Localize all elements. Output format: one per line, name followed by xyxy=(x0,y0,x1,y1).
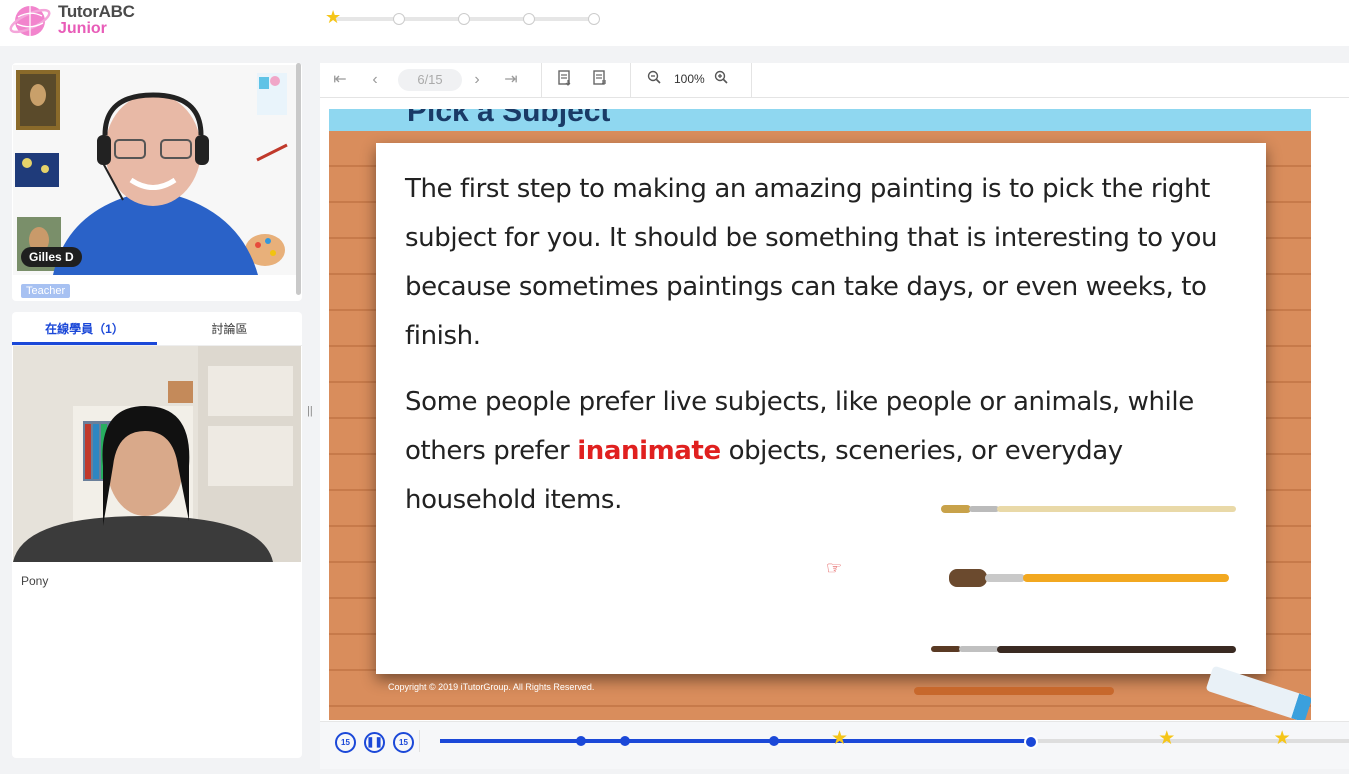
student-name: Pony xyxy=(21,574,49,588)
laser-pointer-icon: ☞ xyxy=(826,558,843,578)
panel-resize-handle[interactable]: || xyxy=(307,405,313,417)
teacher-video-frame xyxy=(13,65,297,275)
paintbrush-icon xyxy=(949,567,1229,589)
students-card: 在線學員（1） 討論區 Pony xyxy=(12,312,302,758)
paintbrush-icon xyxy=(914,687,1114,695)
student-video xyxy=(13,346,301,562)
playback-bar: 15 ❚❚ 15 ★ ★ ★ xyxy=(320,721,1349,769)
viewer-toolbar: ⇤ ‹ 6/15 › ⇥ 100% xyxy=(320,63,1349,98)
progress-step xyxy=(458,13,470,25)
slide-title-band: Pick a Subject xyxy=(329,109,1311,131)
star-icon: ★ xyxy=(1273,728,1291,749)
app-header: TutorABC Junior ★ xyxy=(0,0,1349,46)
progress-step xyxy=(523,13,535,25)
teacher-card: Gilles D Teacher xyxy=(12,63,302,301)
slide-title: Pick a Subject xyxy=(407,109,611,128)
zoom-in-icon[interactable] xyxy=(710,70,732,90)
prev-page-icon[interactable]: ‹ xyxy=(364,70,386,90)
first-page-icon[interactable]: ⇤ xyxy=(329,70,351,90)
forward-15-button[interactable]: 15 xyxy=(393,732,414,753)
paintbrush-icon xyxy=(941,501,1236,517)
vocab-highlight: inanimate xyxy=(577,436,721,466)
next-page-icon[interactable]: › xyxy=(466,70,488,90)
timeline-marker[interactable] xyxy=(619,736,630,746)
student-video-frame xyxy=(13,346,301,562)
playback-divider xyxy=(419,730,420,752)
rewind-15-button[interactable]: 15 xyxy=(335,732,356,753)
star-icon: ★ xyxy=(1158,728,1176,749)
zoom-out-icon[interactable] xyxy=(643,70,665,90)
logo-sub-text: Junior xyxy=(58,20,107,37)
doc-download-icon[interactable] xyxy=(554,70,576,90)
progress-step xyxy=(393,13,405,25)
slide-copyright: Copyright © 2019 iTutorGroup. All Rights… xyxy=(388,682,595,692)
zoom-level: 100% xyxy=(674,72,705,86)
doc-list-icon[interactable] xyxy=(589,70,611,90)
slide-paragraph-1: The first step to making an amazing pain… xyxy=(405,174,1218,351)
tab-discussion[interactable]: 討論區 xyxy=(157,320,302,344)
logo-brand-text: TutorABC xyxy=(58,2,135,21)
teacher-name-badge: Gilles D xyxy=(21,247,82,267)
left-panel-scrollbar[interactable] xyxy=(296,63,301,295)
toolbar-divider xyxy=(751,63,752,97)
page-indicator[interactable]: 6/15 xyxy=(398,69,462,91)
courseware-viewer: ⇤ ‹ 6/15 › ⇥ 100% Pick a Subject The fir… xyxy=(320,63,1349,769)
tutorabc-logo: TutorABC Junior xyxy=(8,2,148,42)
paintbrush-icon xyxy=(931,643,1236,657)
star-icon: ★ xyxy=(325,7,342,27)
teacher-role-tag: Teacher xyxy=(21,284,71,298)
timeline-marker[interactable] xyxy=(575,736,586,746)
timeline-track[interactable]: ★ ★ ★ xyxy=(440,729,1349,749)
toolbar-divider xyxy=(541,63,542,97)
lesson-progress: ★ xyxy=(325,7,605,28)
timeline-progress xyxy=(440,739,1031,743)
tab-online-students[interactable]: 在線學員（1） xyxy=(12,320,157,345)
slide-page: Pick a Subject The first step to making … xyxy=(329,109,1311,720)
slide-content-card: The first step to making an amazing pain… xyxy=(376,143,1266,674)
progress-step xyxy=(588,13,600,25)
teacher-video: Gilles D xyxy=(13,65,297,275)
star-icon: ★ xyxy=(830,728,848,749)
toolbar-divider xyxy=(630,63,631,97)
panel-tabs: 在線學員（1） 討論區 xyxy=(12,312,302,346)
timeline-playhead[interactable] xyxy=(1023,735,1038,749)
timeline-marker[interactable] xyxy=(768,736,779,746)
pause-button[interactable]: ❚❚ xyxy=(364,732,385,753)
globe-logo-icon xyxy=(9,6,51,36)
last-page-icon[interactable]: ⇥ xyxy=(500,70,522,90)
